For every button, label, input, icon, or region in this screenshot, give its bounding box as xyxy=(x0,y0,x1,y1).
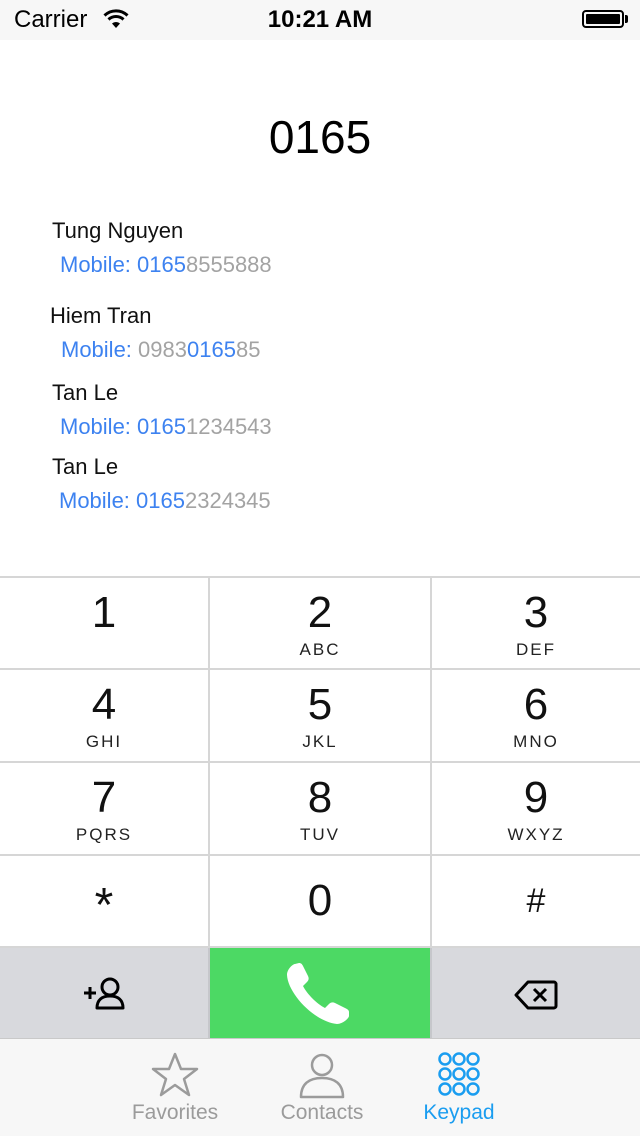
tab-label: Contacts xyxy=(280,1101,364,1124)
suggestion-item[interactable]: Tung Nguyen Mobile: 01658555888 xyxy=(52,218,272,278)
contact-number: Mobile: 01651234543 xyxy=(60,414,272,440)
status-time: 10:21 AM xyxy=(267,6,373,33)
keypad: 1 2 ABC 3 DEF 4 GHI 5 JKL 6 MNO 7 PQRS 8… xyxy=(0,576,640,1038)
key-letters: MNO xyxy=(513,732,559,751)
contact-name: Tan Le xyxy=(52,454,119,479)
tab-label: Favorites xyxy=(131,1101,219,1124)
key-8[interactable]: 8 TUV xyxy=(210,763,432,856)
tab-favorites[interactable]: Favorites xyxy=(105,1039,245,1137)
phone-icon xyxy=(287,963,349,1024)
number-match: 0165 xyxy=(137,252,186,277)
key-digit: 7 xyxy=(91,773,117,822)
number-suffix: 85 xyxy=(235,337,261,362)
key-letters: JKL xyxy=(302,732,338,751)
key-letters: DEF xyxy=(516,640,556,659)
key-letters: ABC xyxy=(299,640,341,659)
key-digit: * xyxy=(94,879,114,932)
tab-keypad[interactable]: Keypad xyxy=(389,1039,529,1137)
key-6[interactable]: 6 MNO xyxy=(432,670,640,763)
key-digit: 1 xyxy=(91,588,117,637)
key-digit: 5 xyxy=(307,680,333,729)
key-digit: 6 xyxy=(523,680,549,729)
key-digit: # xyxy=(526,882,546,920)
contact-name: Hiem Tran xyxy=(50,303,152,328)
key-hash[interactable]: # xyxy=(432,856,640,948)
tab-contacts[interactable]: Contacts xyxy=(252,1039,392,1137)
key-5[interactable]: 5 JKL xyxy=(210,670,432,763)
key-9[interactable]: 9 WXYZ xyxy=(432,763,640,856)
suggestion-item[interactable]: Tan Le Mobile: 01652324345 xyxy=(52,454,271,514)
number-suffix: 1234543 xyxy=(186,414,272,439)
number-suffix: 2324345 xyxy=(185,488,271,513)
tab-label: Keypad xyxy=(423,1101,495,1124)
call-button[interactable] xyxy=(210,948,432,1038)
key-2[interactable]: 2 ABC xyxy=(210,576,432,670)
star-icon xyxy=(105,1051,245,1101)
contact-name: Tung Nguyen xyxy=(52,218,184,243)
key-3[interactable]: 3 DEF xyxy=(432,576,640,670)
key-0[interactable]: 0 xyxy=(210,856,432,948)
tab-bar: Favorites Contacts Keypad xyxy=(0,1038,640,1136)
key-letters: PQRS xyxy=(75,825,133,844)
contact-number: Mobile: 0983016585 xyxy=(61,337,260,363)
suggestion-item[interactable]: Tan Le Mobile: 01651234543 xyxy=(52,380,272,440)
dialed-number-display: 0165 xyxy=(268,111,372,163)
key-digit: 3 xyxy=(523,588,549,637)
number-label: Mobile: xyxy=(59,488,130,513)
add-contact-icon xyxy=(84,977,125,1010)
person-icon xyxy=(252,1051,392,1101)
status-bar: Carrier 10:21 AM xyxy=(0,0,640,40)
key-digit: 8 xyxy=(307,773,333,822)
contact-name: Tan Le xyxy=(52,380,119,405)
key-digit: 9 xyxy=(523,773,549,822)
key-letters: TUV xyxy=(300,825,340,844)
contact-number: Mobile: 01658555888 xyxy=(60,252,272,278)
number-prefix: 0983 xyxy=(138,337,187,362)
suggestion-item[interactable]: Hiem Tran Mobile: 0983016585 xyxy=(50,303,260,363)
delete-button[interactable] xyxy=(432,948,640,1038)
key-7[interactable]: 7 PQRS xyxy=(0,763,210,856)
number-label: Mobile: xyxy=(60,252,131,277)
number-label: Mobile: xyxy=(61,337,132,362)
number-match: 0165 xyxy=(187,337,236,362)
number-match: 0165 xyxy=(136,488,185,513)
key-letters: GHI xyxy=(85,732,123,751)
key-digit: 4 xyxy=(91,680,117,729)
add-contact-button[interactable] xyxy=(0,948,210,1038)
contact-number: Mobile: 01652324345 xyxy=(59,488,271,514)
key-4[interactable]: 4 GHI xyxy=(0,670,210,763)
key-letters: WXYZ xyxy=(507,825,565,844)
key-1[interactable]: 1 xyxy=(0,576,210,670)
keypad-grid-icon xyxy=(389,1051,529,1101)
key-digit: 2 xyxy=(307,588,333,637)
key-digit: 0 xyxy=(307,876,333,925)
battery-icon xyxy=(582,10,630,30)
backspace-icon xyxy=(514,980,558,1010)
number-suffix: 8555888 xyxy=(186,252,272,277)
key-star[interactable]: * xyxy=(0,856,210,948)
number-label: Mobile: xyxy=(60,414,131,439)
number-match: 0165 xyxy=(137,414,186,439)
